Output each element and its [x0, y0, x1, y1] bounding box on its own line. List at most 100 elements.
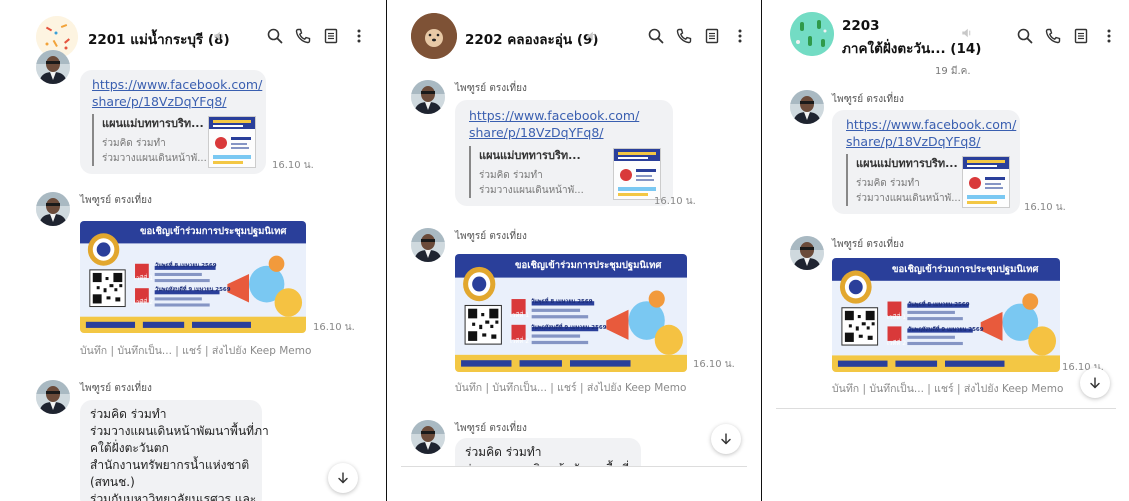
date-separator: 19 มี.ค.	[935, 66, 971, 77]
preview-title: แผนแม่บททารบริท...	[479, 149, 581, 162]
arrow-down-icon	[718, 431, 734, 447]
banner-day2-text: วันพฤหัสบดีที่ 9 เมษายน 2569	[155, 287, 231, 293]
link-message-bubble[interactable]: https://www.facebook.com/ share/p/18VzDq…	[832, 110, 1020, 214]
preview-desc-1: ร่วมคิด ร่วมทำ	[856, 178, 920, 189]
text-line: สำนักงานทรัพยากรน้ำแห่งชาติ	[90, 458, 250, 472]
sender-name: ไพฑูรย์ ตรงเที่ยง	[80, 383, 152, 394]
preview-title: แผนแม่บททารบริท...	[856, 157, 958, 170]
user-avatar[interactable]	[36, 50, 70, 84]
link-preview[interactable]: แผนแม่บททารบริท... ร่วมคิด ร่วมทำ ร่วมวา…	[846, 154, 961, 206]
banner-title: ขอเชิญเข้าร่วมการประชุมปฐมนิเทศ	[892, 264, 1039, 275]
banner-day2-label: เวทีที่ 2	[134, 299, 154, 306]
message-time: 16.10 น.	[1024, 202, 1066, 213]
chat-title[interactable]: 2202 คลองละอุ่น (9)	[465, 28, 599, 50]
more-icon[interactable]	[350, 27, 368, 45]
sender-name: ไพฑูรย์ ตรงเที่ยง	[80, 195, 152, 206]
link-message-bubble[interactable]: https://www.facebook.com/ share/p/18VzDq…	[455, 100, 673, 206]
group-avatar[interactable]	[790, 12, 834, 56]
preview-desc-2: ร่วมวางแผนเดินหน้าพั...	[479, 185, 584, 196]
banner-day1-text: วันพุธที่ 8 เมษายน 2569	[155, 263, 217, 269]
scroll-down-button[interactable]	[328, 463, 358, 493]
scroll-down-button[interactable]	[711, 424, 741, 454]
user-avatar[interactable]	[790, 90, 824, 124]
message-link-2[interactable]: share/p/18VzDqYFq8/	[469, 124, 639, 141]
preview-thumbnail	[613, 148, 661, 200]
preview-desc-1: ร่วมคิด ร่วมทำ	[102, 138, 166, 149]
chat-header: 2203 ภาคใต้ฝั่งตะวัน... (14)	[762, 0, 1129, 70]
text-message-bubble[interactable]: ร่วมคิด ร่วมทำ ร่วมวางแผนเดินหน้าพัฒนาพื…	[80, 400, 269, 501]
banner-day2-label: เวทีที่ 2	[510, 338, 530, 345]
message-time: 16.10 น.	[693, 359, 735, 370]
chat-title[interactable]: 2201 แม่น้ำกระบุรี (8)	[88, 28, 230, 50]
sender-name: ไพฑูรย์ ตรงเที่ยง	[455, 83, 527, 94]
chat-panel-2201: 2201 แม่น้ำกระบุรี (8) https://www.faceb…	[0, 0, 385, 501]
search-icon[interactable]	[647, 27, 665, 45]
sender-name: ไพฑูรย์ ตรงเที่ยง	[832, 94, 904, 105]
chat-panel-2202: 2202 คลองละอุ่น (9) ไพฑูรย์ ตรงเที่ยง ht…	[386, 0, 761, 501]
text-line: ร่วมวางแผนเดินหน้าพัฒนาพื้นที่ภา	[90, 424, 269, 438]
more-icon[interactable]	[1100, 27, 1118, 45]
banner-day2-text: วันพฤหัสบดีที่ 9 เมษายน 2569	[908, 327, 984, 333]
message-link[interactable]: https://www.facebook.com/	[469, 107, 639, 124]
search-icon[interactable]	[1016, 27, 1034, 45]
arrow-down-icon	[1087, 375, 1103, 391]
message-time: 16.10 น.	[654, 196, 696, 207]
link-preview[interactable]: แผนแม่บททารบริท... ร่วมคิด ร่วมทำ ร่วมวา…	[469, 146, 584, 198]
notes-icon[interactable]	[322, 27, 340, 45]
scroll-down-button[interactable]	[1080, 368, 1110, 398]
phone-icon[interactable]	[675, 27, 693, 45]
user-avatar[interactable]	[411, 420, 445, 454]
banner-day1-label: เวทีที่ 1	[887, 314, 907, 321]
notes-icon[interactable]	[703, 27, 721, 45]
mute-icon	[960, 26, 974, 40]
user-avatar[interactable]	[36, 192, 70, 226]
message-time: 16.10 น.	[272, 160, 314, 171]
image-actions[interactable]: บันทึก | บันทึกเป็น... | แชร์ | ส่งไปยัง…	[832, 380, 1063, 397]
group-avatar[interactable]	[411, 13, 457, 59]
image-message[interactable]: ขอเชิญเข้าร่วมการประชุมปฐมนิเทศ เวทีที่ …	[455, 254, 687, 372]
chat-subtitle[interactable]: ภาคใต้ฝั่งตะวัน... (14)	[842, 37, 981, 59]
text-line: (สทนช.)	[90, 475, 135, 489]
banner-day1-label: เวทีที่ 1	[510, 312, 530, 319]
image-actions[interactable]: บันทึก | บันทึกเป็น... | แชร์ | ส่งไปยัง…	[455, 379, 686, 396]
image-actions[interactable]: บันทึก | บันทึกเป็น... | แชร์ | ส่งไปยัง…	[80, 342, 311, 359]
text-line: คใต้ฝั่งตะวันตก	[90, 441, 169, 455]
cactus-avatar-icon	[790, 12, 834, 56]
message-link[interactable]: https://www.facebook.com/	[92, 76, 262, 93]
header-actions	[647, 27, 749, 45]
user-avatar[interactable]	[411, 228, 445, 262]
link-message-bubble[interactable]: https://www.facebook.com/ share/p/18VzDq…	[80, 70, 266, 174]
banner-day1-text: วันพุธที่ 8 เมษายน 2569	[531, 299, 593, 305]
preview-title: แผนแม่บททารบริท...	[102, 117, 204, 130]
notes-icon[interactable]	[1072, 27, 1090, 45]
bear-avatar-icon	[411, 13, 457, 59]
panel-bottom-mask	[387, 466, 761, 501]
sender-name: ไพฑูรย์ ตรงเที่ยง	[455, 423, 527, 434]
user-avatar[interactable]	[790, 236, 824, 270]
banner-title: ขอเชิญเข้าร่วมการประชุมปฐมนิเทศ	[140, 226, 287, 237]
banner-title: ขอเชิญเข้าร่วมการประชุมปฐมนิเทศ	[515, 260, 662, 271]
sender-name: ไพฑูรย์ ตรงเที่ยง	[455, 231, 527, 242]
text-line: ร่วมกับมหาวิทยาลัยนเรศวร และ	[90, 492, 257, 501]
more-icon[interactable]	[731, 27, 749, 45]
image-message[interactable]: ขอเชิญเข้าร่วมการประชุมปฐมนิเทศ เวทีที่ …	[832, 258, 1060, 372]
search-icon[interactable]	[266, 27, 284, 45]
arrow-down-icon	[335, 470, 351, 486]
mute-icon	[212, 29, 226, 43]
phone-icon[interactable]	[294, 27, 312, 45]
preview-thumbnail	[962, 156, 1010, 208]
message-link[interactable]: https://www.facebook.com/	[846, 116, 1016, 133]
user-avatar[interactable]	[411, 80, 445, 114]
message-link-2[interactable]: share/p/18VzDqYFq8/	[92, 93, 262, 110]
preview-thumbnail	[208, 116, 256, 168]
preview-desc-2: ร่วมวางแผนเดินหน้าพั...	[102, 153, 207, 164]
phone-icon[interactable]	[1044, 27, 1062, 45]
chat-title[interactable]: 2203	[842, 18, 880, 34]
preview-desc-2: ร่วมวางแผนเดินหน้าพั...	[856, 193, 961, 204]
message-link-2[interactable]: share/p/18VzDqYFq8/	[846, 133, 1016, 150]
link-preview[interactable]: แผนแม่บททารบริท... ร่วมคิด ร่วมทำ ร่วมวา…	[92, 114, 207, 166]
user-avatar[interactable]	[36, 380, 70, 414]
mute-icon	[585, 29, 599, 43]
image-message[interactable]: ขอเชิญเข้าร่วมการประชุมปฐมนิเทศ เวทีที่ …	[80, 221, 306, 333]
banner-day1-label: เวทีที่ 1	[134, 275, 154, 282]
